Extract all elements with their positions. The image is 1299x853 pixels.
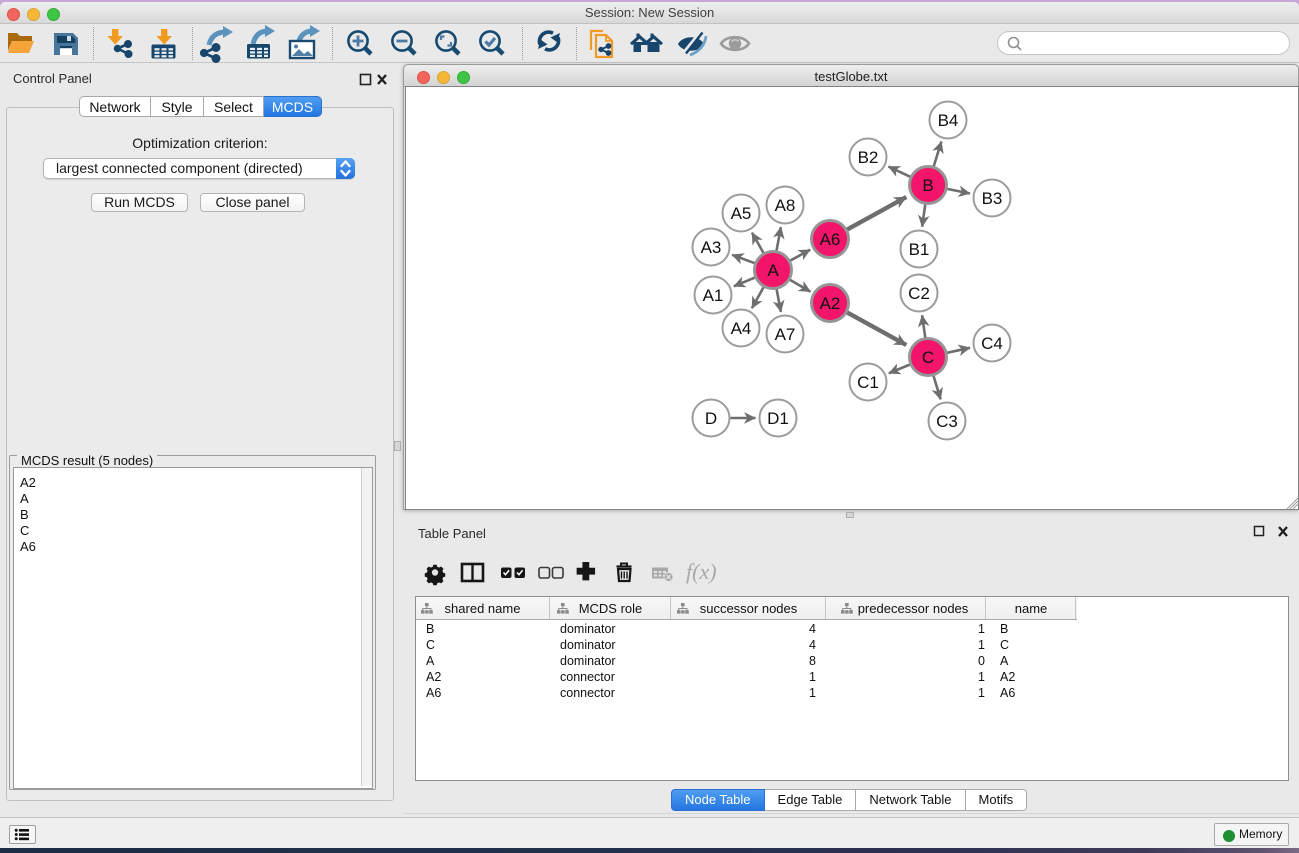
svg-text:A5: A5 [731, 204, 752, 223]
svg-text:C3: C3 [936, 412, 958, 431]
svg-text:D1: D1 [767, 409, 789, 428]
svg-text:D: D [705, 409, 717, 428]
svg-text:A6: A6 [820, 230, 841, 249]
svg-text:C2: C2 [908, 284, 930, 303]
svg-text:A2: A2 [820, 294, 841, 313]
svg-text:A8: A8 [775, 196, 796, 215]
svg-text:B3: B3 [982, 189, 1003, 208]
svg-text:A7: A7 [775, 325, 796, 344]
svg-text:f(x): f(x) [686, 559, 717, 584]
svg-text:C: C [922, 348, 934, 367]
svg-text:C1: C1 [857, 373, 879, 392]
svg-text:C4: C4 [981, 334, 1003, 353]
svg-text:B: B [922, 176, 933, 195]
svg-text:B2: B2 [858, 148, 879, 167]
svg-text:A1: A1 [703, 286, 724, 305]
svg-text:A: A [767, 261, 779, 280]
svg-text:A3: A3 [701, 238, 722, 257]
svg-text:A4: A4 [731, 319, 752, 338]
svg-text:B4: B4 [938, 111, 959, 130]
svg-text:B1: B1 [909, 240, 930, 259]
